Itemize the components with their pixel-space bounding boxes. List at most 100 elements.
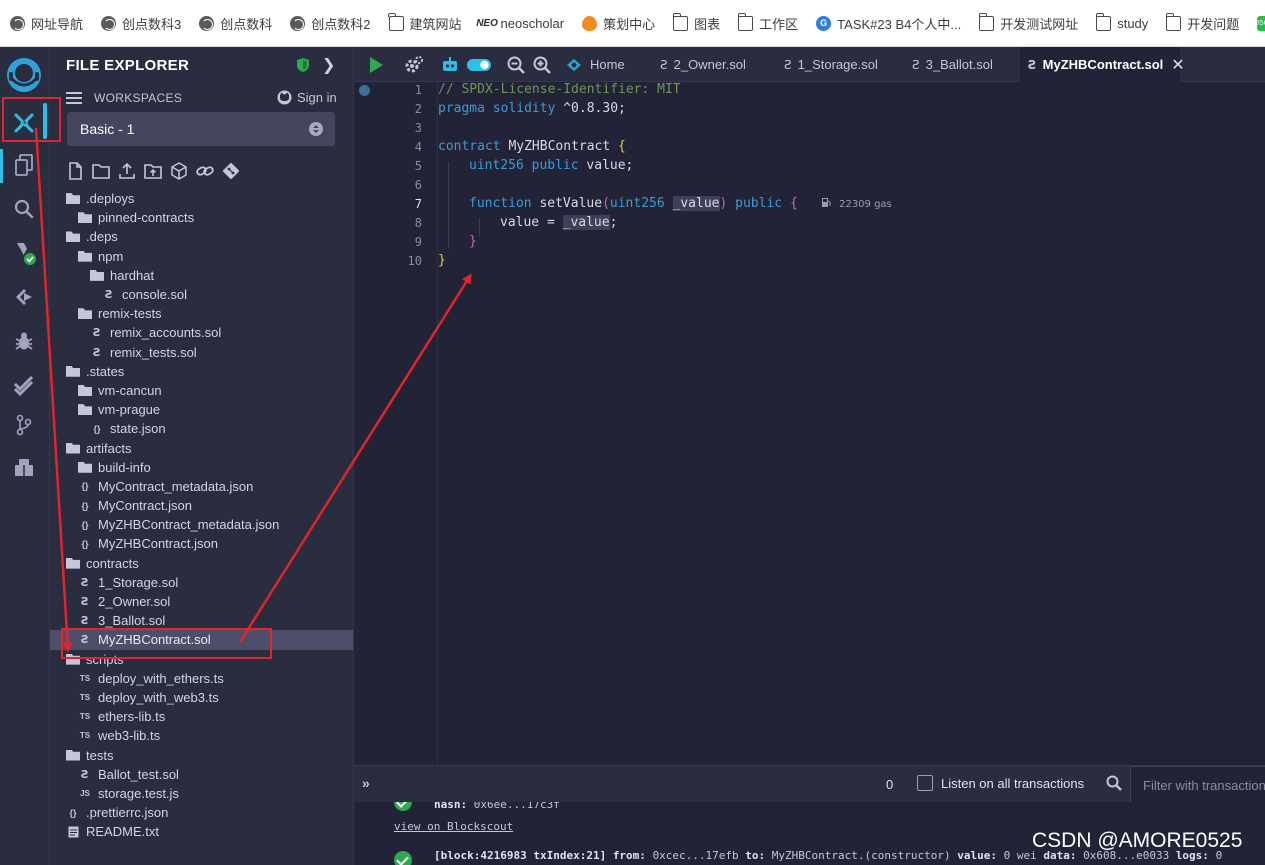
tree-folder[interactable]: remix-tests (50, 304, 353, 323)
tree-file[interactable]: {} MyZHBContract.json (50, 534, 353, 553)
shield-icon[interactable] (296, 57, 310, 73)
deploy-run-icon[interactable] (10, 283, 38, 311)
tab-1-storage[interactable]: Ƨ 1_Storage.sol (778, 47, 904, 82)
tree-folder[interactable]: .states (50, 362, 353, 381)
tree-file[interactable]: Ƨ 1_Storage.sol (50, 573, 353, 592)
listen-all-checkbox[interactable] (917, 775, 933, 791)
chevron-right-icon[interactable]: ❯ (322, 55, 335, 75)
folder-icon (78, 384, 92, 396)
bookmark-item[interactable]: NEO neoscholar (476, 16, 564, 31)
search-icon[interactable] (1106, 775, 1122, 791)
git-clone-icon[interactable] (222, 162, 240, 180)
code-line-9: } (469, 234, 477, 249)
tree-file[interactable]: TS ethers-lib.ts (50, 707, 353, 726)
breakpoint-marker-icon[interactable] (359, 85, 370, 96)
tx-hash-line: hash: 0x6ee...17c3f (434, 802, 560, 811)
close-tab-icon[interactable]: ✕ (1171, 55, 1184, 75)
search-icon[interactable] (10, 195, 38, 223)
new-folder-icon[interactable] (92, 162, 110, 180)
tree-file[interactable]: Ƨconsole.sol (50, 285, 353, 304)
tree-folder[interactable]: .deps (50, 227, 353, 246)
upload-folder-icon[interactable] (144, 162, 162, 180)
line-number: 5 (414, 159, 422, 173)
gist-icon[interactable] (170, 162, 188, 180)
bookmark-item[interactable]: 建筑网站 (387, 12, 462, 33)
bookmark-item[interactable]: study (1095, 12, 1148, 31)
bookmark-item[interactable]: G TASK#23 B4个人中... (816, 14, 961, 33)
bookmark-item[interactable]: 策划中心 (582, 14, 655, 33)
tree-folder[interactable]: pinned-contracts (50, 208, 353, 227)
tree-item-label: pinned-contracts (98, 210, 195, 226)
bookmark-item[interactable]: 创点数科 (199, 14, 272, 33)
tree-folder[interactable]: vm-cancun (50, 381, 353, 400)
file-explorer-icon[interactable] (10, 151, 38, 179)
solidity-compiler-icon[interactable] (10, 239, 38, 267)
workspace-menu-icon[interactable] (66, 92, 82, 104)
workspace-select[interactable]: Basic - 1 (67, 112, 335, 146)
tab-2-owner[interactable]: Ƨ 2_Owner.sol (654, 47, 772, 82)
solidity-unit-testing-icon[interactable] (10, 371, 38, 399)
tree-item-label: contracts (86, 555, 139, 571)
bookmark-item[interactable]: JSONJSO (1255, 15, 1265, 31)
tree-file[interactable]: TS web3-lib.ts (50, 726, 353, 745)
zoom-out-icon[interactable] (506, 55, 526, 75)
settings-icon[interactable] (404, 55, 424, 75)
tab-myzhbcontract[interactable]: Ƨ MyZHBContract.sol ✕ (1020, 47, 1185, 82)
bookmark-item[interactable]: 创点数科3 (101, 14, 181, 33)
tree-file[interactable]: {} MyContract.json (50, 496, 353, 515)
tree-file[interactable]: {} MyZHBContract_metadata.json (50, 515, 353, 534)
icon-rail: AI (0, 47, 50, 865)
collapse-terminal-icon[interactable]: » (362, 775, 370, 791)
view-on-blockscout-link[interactable]: view on Blockscout (394, 820, 513, 833)
link-icon[interactable] (196, 162, 214, 180)
tree-folder[interactable]: tests (50, 745, 353, 764)
ai-copilot-icon[interactable] (440, 55, 460, 75)
solidity-file-icon: Ƨ (912, 57, 920, 72)
zoom-in-icon[interactable] (532, 55, 552, 75)
code-line-7: function setValue(uint256 _value) public… (469, 196, 892, 211)
tree-file[interactable]: Ƨ Ballot_test.sol (50, 765, 353, 784)
line-number: 1 (414, 83, 422, 97)
filter-transactions-input[interactable]: Filter with transactions (1130, 766, 1265, 803)
workspaces-label: WORKSPACES (94, 91, 183, 105)
tree-file[interactable]: TS deploy_with_ethers.ts (50, 669, 353, 688)
tree-folder[interactable]: npm (50, 247, 353, 266)
tree-file[interactable]: Ƨ 2_Owner.sol (50, 592, 353, 611)
bookmark-item[interactable]: 工作区 (737, 12, 798, 33)
bookmark-item[interactable]: 图表 (672, 12, 720, 33)
run-script-icon[interactable] (366, 55, 386, 75)
tree-file[interactable]: Ƨremix_accounts.sol (50, 323, 353, 342)
code-line-1: // SPDX-License-Identifier: MIT (438, 82, 681, 97)
remix-logo-icon[interactable] (4, 55, 44, 95)
tree-folder[interactable]: hardhat (50, 266, 353, 285)
tab-3-ballot[interactable]: Ƨ 3_Ballot.sol (906, 47, 1016, 82)
bookmark-item[interactable]: 创点数科2 (290, 14, 371, 33)
tree-file[interactable]: JS storage.test.js (50, 784, 353, 803)
bookmark-item[interactable]: 开发问题 (1165, 12, 1239, 33)
bookmark-item[interactable]: 网址导航 (10, 14, 83, 33)
debugger-icon[interactable] (10, 327, 38, 355)
tree-file[interactable]: README.txt (50, 822, 353, 841)
code-editor[interactable]: // SPDX-License-Identifier: MIT pragma s… (437, 82, 1265, 765)
tree-file[interactable]: Ƨremix_tests.sol (50, 343, 353, 362)
tree-file[interactable]: {} MyContract_metadata.json (50, 477, 353, 496)
ai-copilot-toggle[interactable] (466, 55, 492, 75)
bookmark-item[interactable]: 开发测试网址 (978, 12, 1078, 33)
tree-folder[interactable]: artifacts (50, 438, 353, 457)
tree-item-label: state.json (110, 421, 166, 437)
git-icon[interactable] (10, 411, 38, 439)
tree-file[interactable]: TS deploy_with_web3.ts (50, 688, 353, 707)
tree-folder[interactable]: contracts (50, 554, 353, 573)
annotation-box-file (61, 628, 272, 659)
tab-home[interactable]: Home (564, 47, 650, 82)
tree-file[interactable]: {} .prettierrc.json (50, 803, 353, 822)
tree-folder[interactable]: vm-prague (50, 400, 353, 419)
plugin-manager-icon[interactable] (10, 453, 38, 481)
tree-folder[interactable]: build-info (50, 458, 353, 477)
new-file-icon[interactable] (66, 162, 84, 180)
upload-file-icon[interactable] (118, 162, 136, 180)
tree-folder[interactable]: .deploys (50, 189, 353, 208)
sign-in-button[interactable]: Sign in (276, 90, 337, 105)
bookmark-label: 策划中心 (603, 16, 656, 32)
tree-file[interactable]: {} state.json (50, 419, 353, 438)
